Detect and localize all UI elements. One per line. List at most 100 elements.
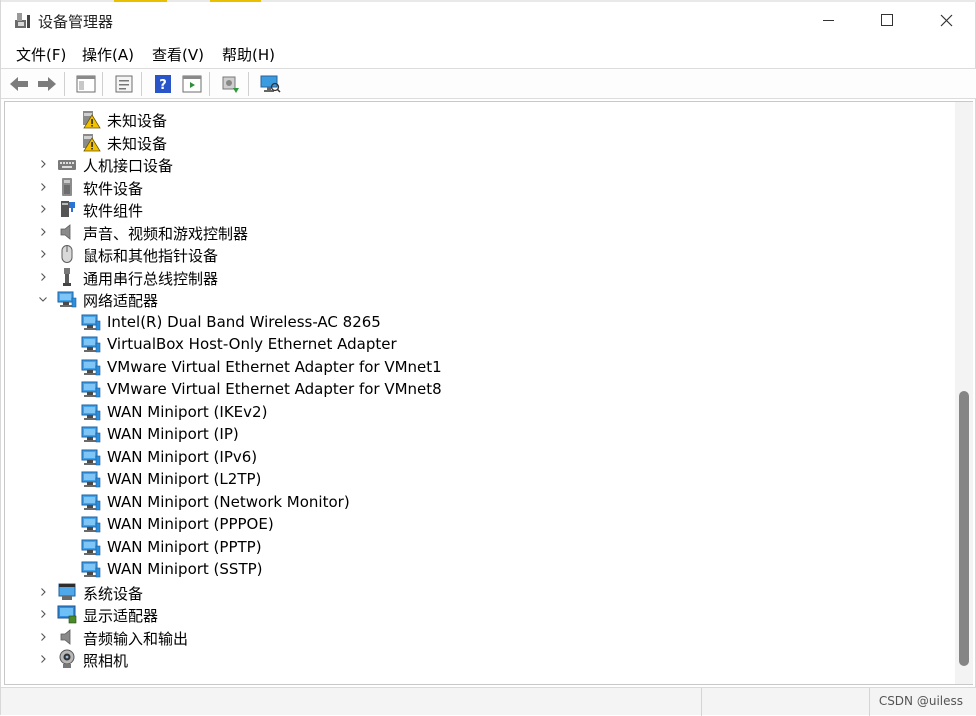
scan-hardware-button[interactable] [259,73,281,95]
tree-item-label: WAN Miniport (PPTP) [107,537,262,556]
tree-item-label: 照相机 [83,652,129,670]
tree-category-row[interactable]: 人机接口设备 [5,153,955,175]
expand-chevron-icon[interactable] [37,270,49,284]
tree-category-row[interactable]: 声音、视频和游戏控制器 [5,221,955,243]
menu-file[interactable]: 文件(F) [16,44,66,65]
tree-device-row[interactable]: WAN Miniport (L2TP) [5,468,955,490]
tree-device-row[interactable]: Intel(R) Dual Band Wireless-AC 8265 [5,311,955,333]
tree-item-label: 通用串行总线控制器 [83,269,219,288]
action-pane-button[interactable] [181,73,203,95]
tree-category-row[interactable]: 网络适配器 [5,288,955,310]
speaker-icon [57,627,77,647]
software-device-icon [57,177,77,197]
expand-chevron-icon[interactable] [37,225,49,239]
back-icon [10,77,28,91]
forward-button[interactable] [36,73,58,95]
expand-chevron-icon[interactable] [37,247,49,261]
properties-button[interactable] [113,73,135,95]
close-icon [940,14,952,26]
network-adapter-icon [57,289,77,309]
minimize-icon [822,19,834,21]
watermark-text: CSDN @uiless [878,694,963,708]
tree-device-row[interactable]: 未知设备 [5,131,955,153]
maximize-icon [881,14,893,26]
tree-device-row[interactable]: WAN Miniport (IP) [5,423,955,445]
unknown-device-icon [81,132,101,152]
update-driver-button[interactable] [220,73,242,95]
toolbar: ? [1,68,976,99]
tree-category-row[interactable]: 显示适配器 [5,603,955,625]
tree-device-row[interactable]: WAN Miniport (IKEv2) [5,401,955,423]
tree-item-label: 显示适配器 [83,607,159,625]
tree-device-row[interactable]: WAN Miniport (Network Monitor) [5,491,955,513]
window-title: 设备管理器 [38,13,114,31]
tree-device-row[interactable]: WAN Miniport (SSTP) [5,558,955,580]
network-adapter-icon [81,514,101,534]
tree-item-label: WAN Miniport (PPPOE) [107,515,274,533]
menu-action[interactable]: 操作(A) [82,44,134,65]
tree-device-row[interactable]: WAN Miniport (PPPOE) [5,513,955,535]
expand-chevron-icon[interactable] [37,157,49,171]
minimize-button[interactable] [805,2,851,38]
device-tree[interactable]: 未知设备 未知设备人机接口设备 软件设备软件组件声音、视频和游戏控制器 鼠标和其他指针… [4,101,955,685]
expand-chevron-icon[interactable] [37,630,49,644]
tree-device-row[interactable]: WAN Miniport (IPv6) [5,446,955,468]
tree-item-label: 未知设备 [107,112,168,130]
action-pane-icon [182,75,202,93]
camera-icon [57,649,77,669]
device-manager-window: 设备管理器 文件(F) 操作(A) 查看(V) 帮助(H) ? 未知设备 未知设… [0,0,976,716]
scan-hardware-icon [260,75,281,93]
show-hide-console-tree-button[interactable] [75,73,97,95]
expand-chevron-icon[interactable] [37,180,49,194]
svg-text:?: ? [159,78,167,93]
unknown-device-icon [81,109,101,129]
tree-item-label: 人机接口设备 [83,157,174,175]
forward-icon [38,77,56,91]
expand-chevron-icon[interactable] [37,202,49,216]
tree-category-row[interactable]: 照相机 [5,648,955,670]
software-component-icon [57,199,77,219]
status-bar: CSDN @uiless [1,687,976,716]
tree-device-row[interactable]: 未知设备 [5,108,955,130]
tree-device-row[interactable]: VMware Virtual Ethernet Adapter for VMne… [5,378,955,400]
scrollbar-thumb[interactable] [959,391,969,666]
collapse-chevron-icon[interactable] [37,292,49,306]
tree-item-label: WAN Miniport (Network Monitor) [107,492,350,511]
device-manager-app-icon [15,13,30,28]
network-adapter-icon [81,334,101,354]
tree-device-row[interactable]: WAN Miniport (PPTP) [5,536,955,558]
tree-item-label: WAN Miniport (SSTP) [107,560,263,578]
back-button[interactable] [8,73,30,95]
title-bar[interactable]: 设备管理器 [1,2,976,38]
tree-item-label: 软件组件 [83,202,144,220]
tree-device-row[interactable]: VirtualBox Host-Only Ethernet Adapter [5,333,955,355]
network-adapter-icon [81,559,101,579]
tree-item-label: 声音、视频和游戏控制器 [83,224,249,243]
tree-category-row[interactable]: 软件组件 [5,198,955,220]
update-driver-icon [222,76,239,93]
tree-device-row[interactable]: VMware Virtual Ethernet Adapter for VMne… [5,356,955,378]
menu-view[interactable]: 查看(V) [152,44,204,65]
expand-chevron-icon[interactable] [37,652,49,666]
tree-item-label: 网络适配器 [83,292,159,310]
tree-category-row[interactable]: 软件设备 [5,176,955,198]
tree-item-label: 鼠标和其他指针设备 [83,247,219,265]
tree-item-label: VMware Virtual Ethernet Adapter for VMne… [107,357,442,376]
properties-icon [115,75,133,93]
vertical-scrollbar[interactable] [955,101,973,685]
tree-category-row[interactable]: 通用串行总线控制器 [5,266,955,288]
tree-item-label: 系统设备 [83,584,144,603]
tree-category-row[interactable]: 鼠标和其他指针设备 [5,243,955,265]
network-adapter-icon [81,312,101,332]
expand-chevron-icon[interactable] [37,607,49,621]
expand-chevron-icon[interactable] [37,585,49,599]
menu-help[interactable]: 帮助(H) [222,44,275,65]
display-adapter-icon [57,604,77,624]
help-button[interactable]: ? [152,73,174,95]
tree-item-label: WAN Miniport (IKEv2) [107,402,268,421]
maximize-button[interactable] [864,2,910,38]
tree-category-row[interactable]: 音频输入和输出 [5,626,955,648]
hid-icon [57,154,77,174]
tree-category-row[interactable]: 系统设备 [5,581,955,603]
close-button[interactable] [923,2,969,38]
